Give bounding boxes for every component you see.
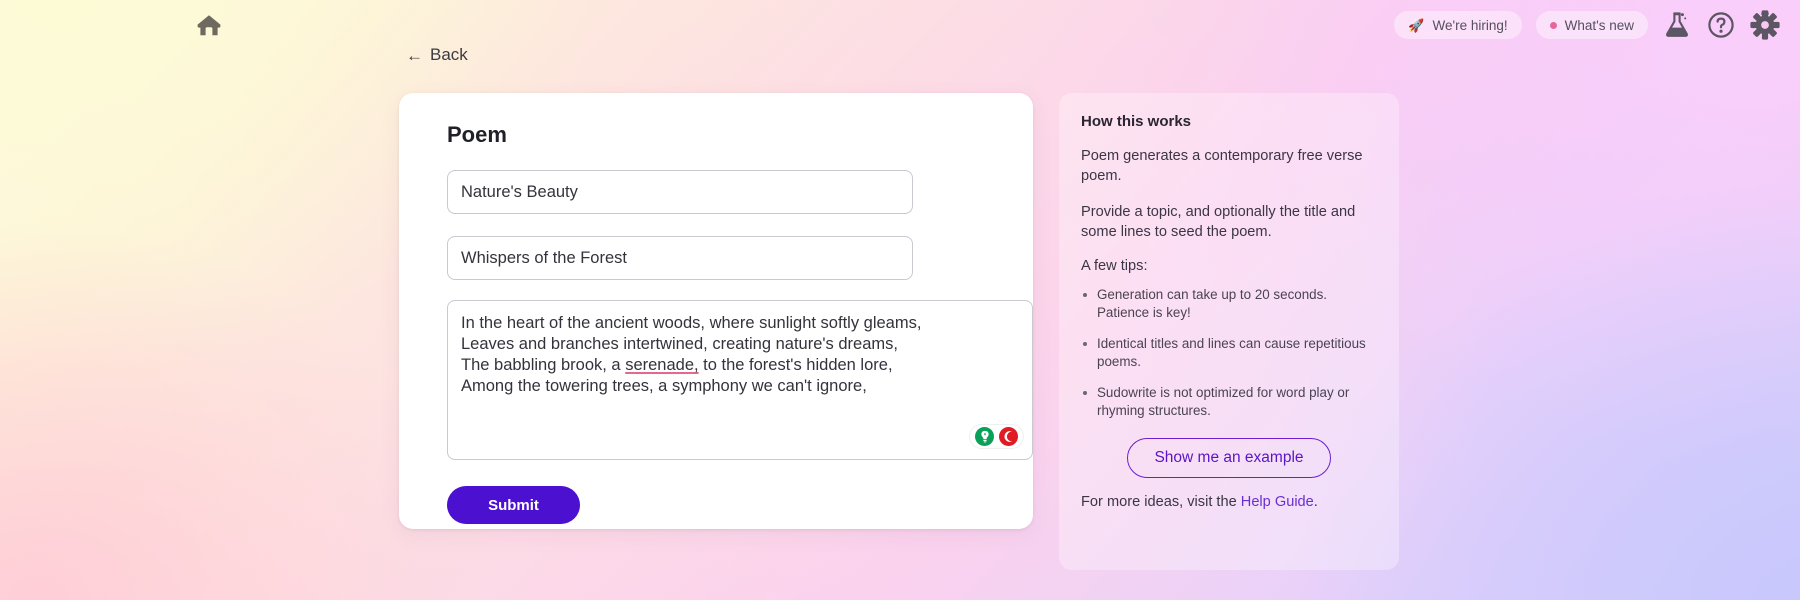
show-example-button[interactable]: Show me an example — [1127, 438, 1331, 478]
how-this-works-panel: How this works Poem generates a contempo… — [1059, 93, 1399, 570]
list-item: Generation can take up to 20 seconds. Pa… — [1081, 286, 1377, 322]
app-header: 🚀 We're hiring! What's new — [0, 0, 1800, 56]
poem-topic-input[interactable] — [447, 236, 913, 280]
poem-line-1: In the heart of the ancient woods, where… — [461, 314, 922, 332]
poem-line-3-suffix: to the forest's hidden lore, — [698, 356, 893, 374]
lightbulb-icon[interactable] — [975, 427, 994, 446]
page-title: Poem — [447, 122, 507, 147]
example-button-wrapper: Show me an example — [1081, 438, 1377, 478]
rocket-icon: 🚀 — [1408, 17, 1425, 33]
poem-line-3-prefix: The babbling brook, a — [461, 356, 626, 374]
tips-heading: A few tips: — [1081, 258, 1148, 274]
spellcheck-misspelled-word: serenade, — [625, 356, 699, 374]
home-icon[interactable] — [192, 8, 226, 42]
textarea-badges — [970, 425, 1023, 448]
poem-form-card: Poem In the heart of the ancient woods, … — [399, 93, 1033, 529]
gear-icon[interactable] — [1750, 10, 1780, 40]
panel-paragraph-2: Provide a topic, and optionally the titl… — [1081, 204, 1356, 240]
help-guide-suffix: . — [1313, 494, 1318, 510]
notification-dot-icon — [1549, 21, 1557, 29]
submit-button[interactable]: Submit — [447, 486, 580, 524]
poem-title-input[interactable] — [447, 170, 913, 214]
poem-line-4: Among the towering trees, a symphony we … — [461, 377, 867, 395]
list-item: Sudowrite is not optimized for word play… — [1081, 384, 1377, 420]
poem-line-2: Leaves and branches intertwined, creatin… — [461, 335, 898, 353]
poem-lines-textarea[interactable]: In the heart of the ancient woods, where… — [447, 300, 1033, 460]
help-guide-prefix: For more ideas, visit the — [1081, 494, 1241, 510]
were-hiring-pill[interactable]: 🚀 We're hiring! — [1394, 11, 1522, 39]
list-item: Identical titles and lines can cause rep… — [1081, 335, 1377, 371]
were-hiring-label: We're hiring! — [1432, 17, 1508, 33]
moon-icon[interactable] — [999, 427, 1018, 446]
tips-list: Generation can take up to 20 seconds. Pa… — [1081, 286, 1377, 420]
header-actions: 🚀 We're hiring! What's new — [1394, 10, 1780, 40]
help-guide-link[interactable]: Help Guide — [1241, 494, 1314, 510]
panel-heading: How this works — [1081, 113, 1192, 130]
whats-new-label: What's new — [1564, 17, 1634, 33]
help-guide-line: For more ideas, visit the Help Guide. — [1081, 494, 1377, 510]
panel-paragraph-1: Poem generates a contemporary free verse… — [1081, 148, 1363, 184]
whats-new-pill[interactable]: What's new — [1535, 11, 1648, 39]
flask-icon[interactable] — [1662, 10, 1692, 40]
question-circle-icon[interactable] — [1706, 10, 1736, 40]
poem-lines-wrapper: In the heart of the ancient woods, where… — [447, 300, 1033, 460]
